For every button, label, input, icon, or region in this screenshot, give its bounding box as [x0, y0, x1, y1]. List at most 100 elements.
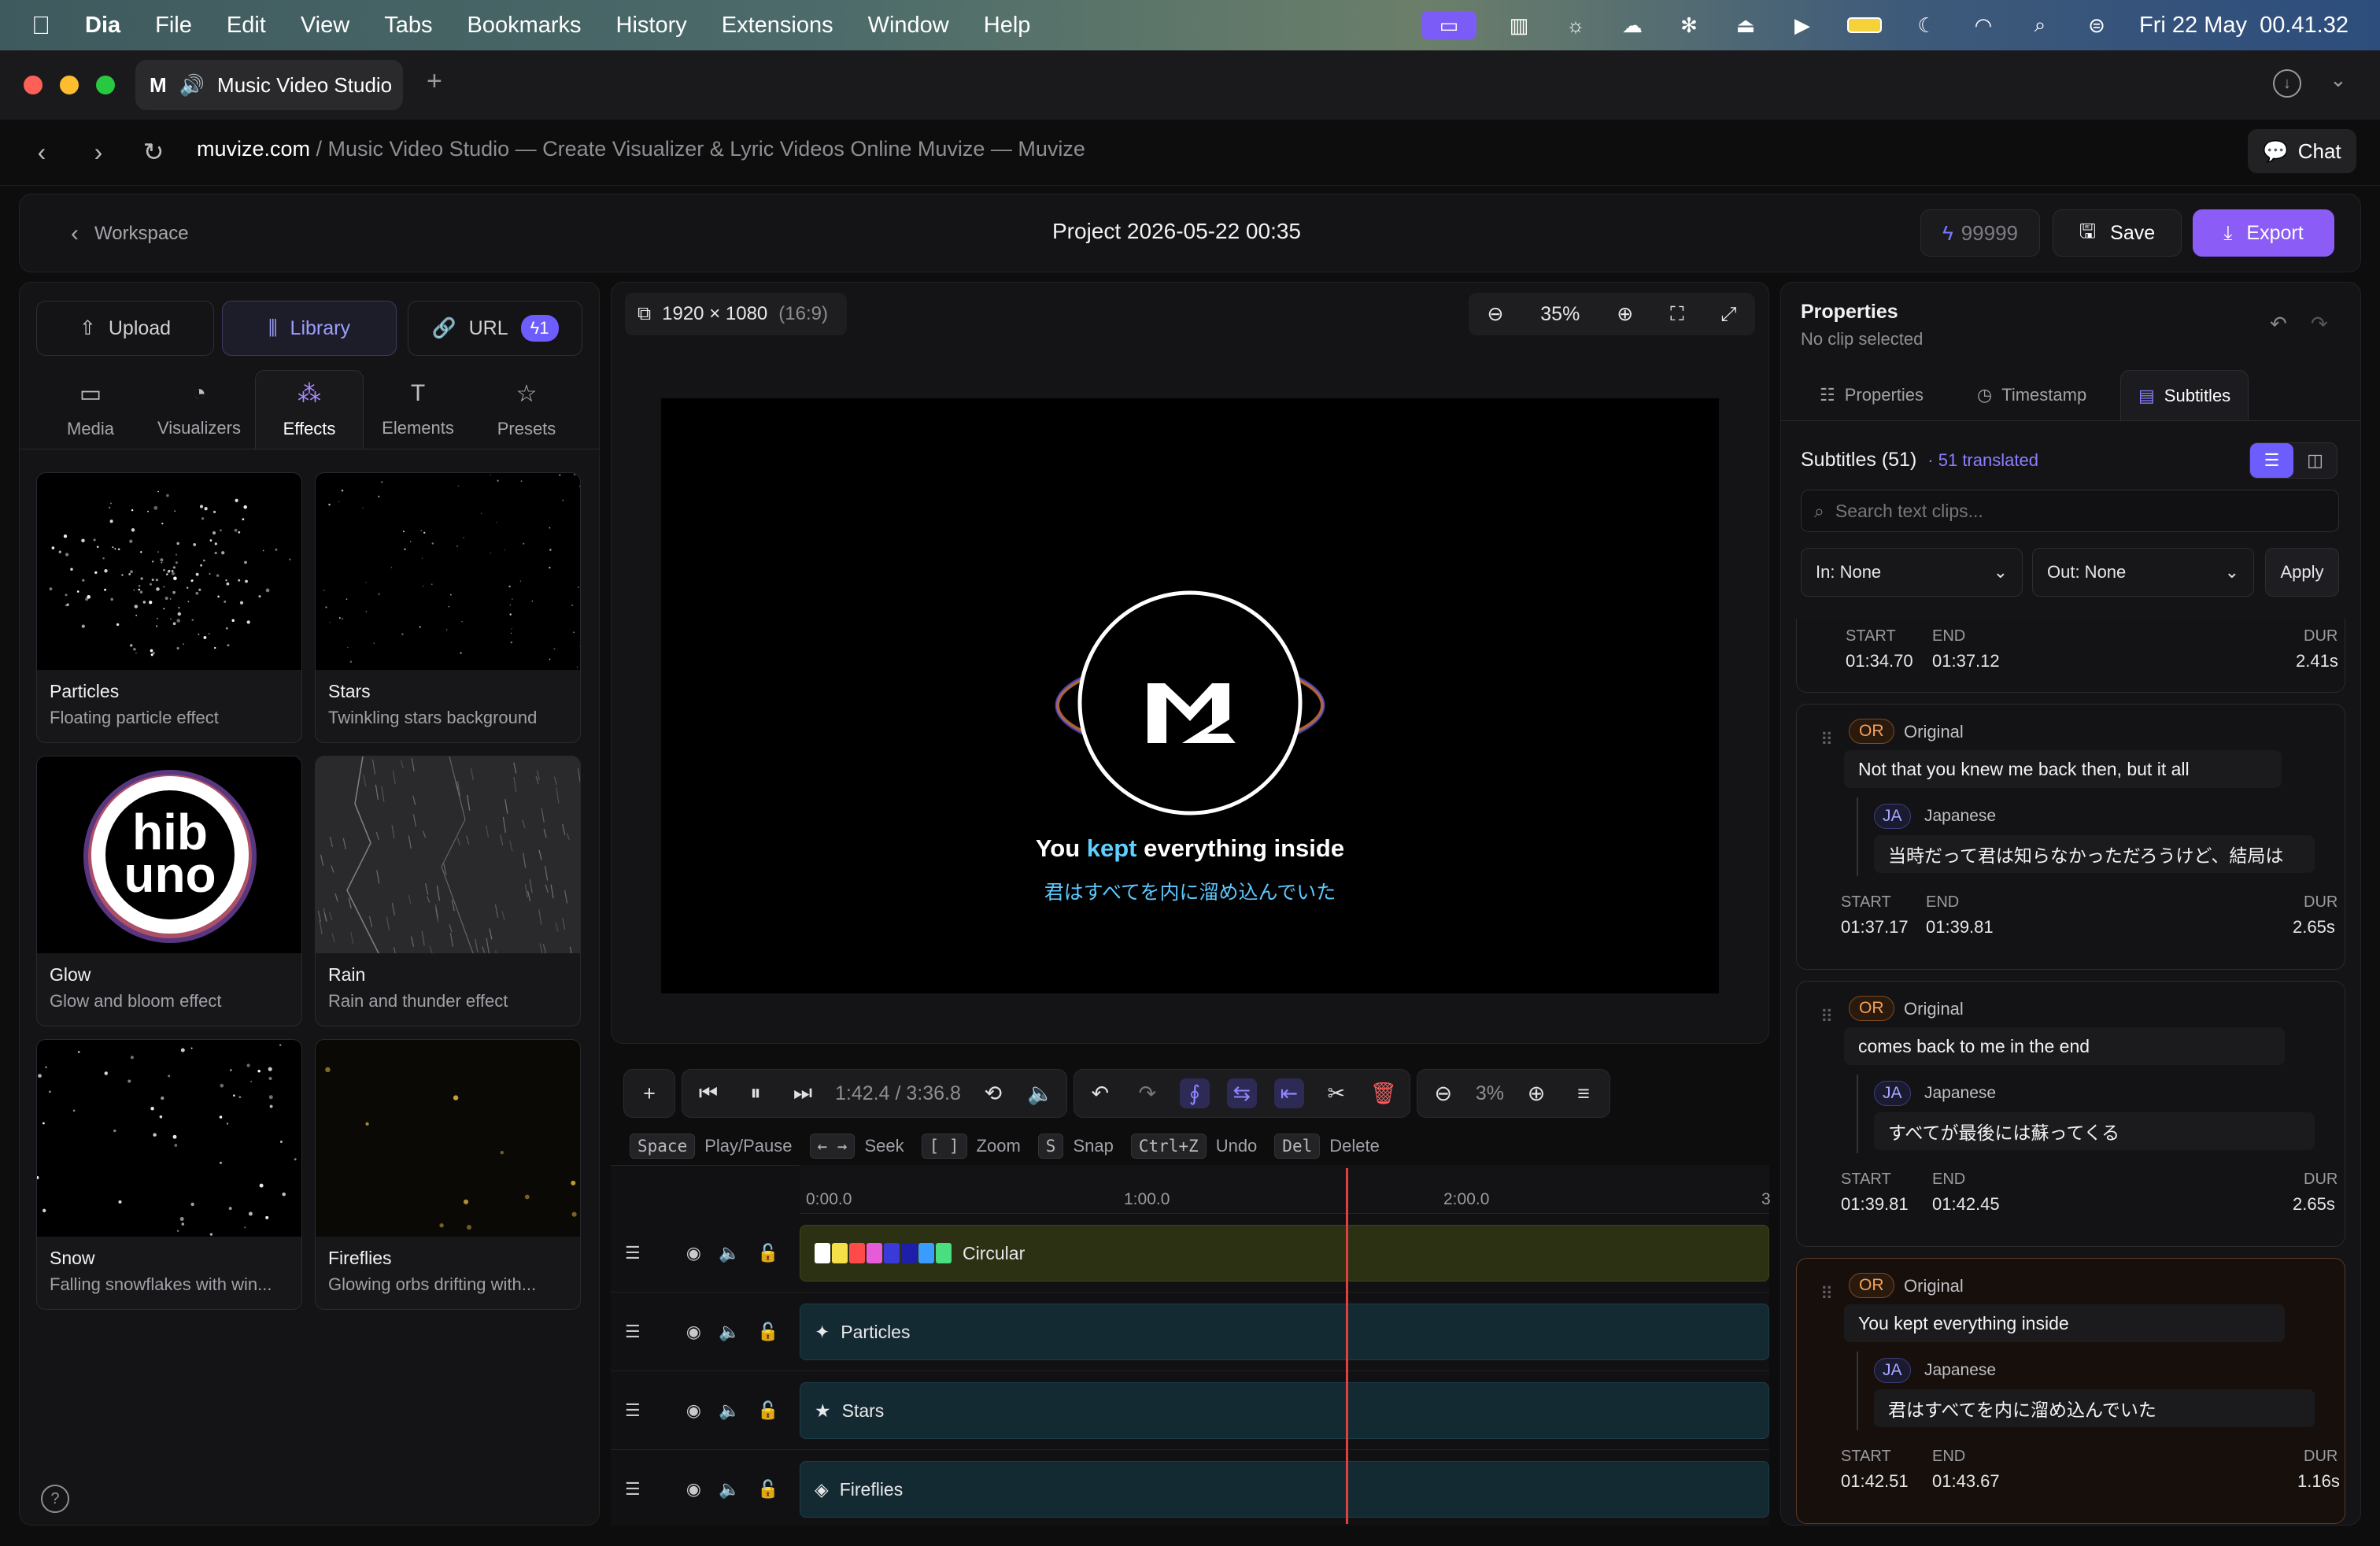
menu-extensions[interactable]: Extensions — [722, 13, 833, 39]
lock-icon[interactable]: 🔓 — [757, 1479, 778, 1500]
zoom-in-icon[interactable]: ⊕ — [1617, 302, 1633, 326]
drag-handle-icon[interactable]: ☰ — [625, 1400, 641, 1421]
effect-card-particles[interactable]: Particles Floating particle effect — [36, 472, 302, 743]
pause-icon[interactable]: ⏸ — [741, 1078, 771, 1108]
menu-file[interactable]: File — [155, 13, 192, 39]
effect-card-snow[interactable]: Snow Falling snowflakes with win... — [36, 1039, 302, 1310]
url-source-button[interactable]: 🔗 URL ϟ1 — [408, 301, 582, 356]
lock-icon[interactable]: 🔓 — [757, 1243, 778, 1263]
fan-icon[interactable]: ✻ — [1675, 11, 1703, 39]
resolution-selector[interactable]: ⧉ 1920 × 1080 (16:9) — [625, 293, 847, 335]
track-volume-icon[interactable]: 🔈 — [719, 1400, 740, 1421]
track-volume-icon[interactable]: 🔈 — [719, 1243, 740, 1263]
visibility-eye-icon[interactable]: ◉ — [686, 1322, 701, 1342]
trash-icon[interactable]: 🗑 — [1369, 1078, 1399, 1108]
save-button[interactable]: 🖫 Save — [2053, 209, 2182, 257]
help-icon[interactable]: ? — [41, 1485, 69, 1513]
lock-icon[interactable]: 🔓 — [757, 1322, 778, 1342]
download-icon[interactable]: ↓ — [2273, 69, 2301, 98]
original-text[interactable]: comes back to me in the end — [1844, 1027, 2285, 1065]
drag-handle-icon[interactable]: ⠿ — [1820, 730, 1833, 750]
menu-help[interactable]: Help — [984, 13, 1031, 39]
forward-icon[interactable]: › — [80, 134, 116, 170]
chevron-down-icon[interactable]: ⌄ — [2330, 68, 2347, 92]
menu-edit[interactable]: Edit — [227, 13, 266, 39]
wifi-icon[interactable]: ◠ — [1969, 11, 1998, 39]
battery-icon[interactable] — [1845, 11, 1884, 39]
visibility-eye-icon[interactable]: ◉ — [686, 1243, 701, 1263]
undo-icon[interactable]: ↶ — [1085, 1078, 1115, 1108]
tab-timestamp[interactable]: ◷ Timestamp — [1960, 370, 2104, 420]
subtitle-card[interactable]: ⠿ OR Original Not that you knew me back … — [1796, 704, 2345, 970]
tab-effects[interactable]: ⁂ Effects — [255, 370, 364, 449]
track-volume-icon[interactable]: 🔈 — [719, 1479, 740, 1500]
split-view-icon[interactable]: ◫ — [2293, 443, 2337, 478]
chat-button[interactable]: 💬 Chat — [2248, 129, 2356, 173]
loop-icon[interactable]: ⟲ — [978, 1078, 1008, 1108]
project-title[interactable]: Project 2026-05-22 00:35 — [944, 219, 1409, 244]
reload-icon[interactable]: ↻ — [135, 134, 172, 170]
library-button[interactable]: ⫼ Library — [222, 301, 397, 356]
zoom-out-icon[interactable]: ⊖ — [1487, 302, 1503, 326]
clip-particles[interactable]: ✦ Particles — [800, 1304, 1769, 1360]
in-animation-select[interactable]: In: None ⌄ — [1801, 548, 2023, 597]
volume-icon[interactable]: 🔈 — [1026, 1078, 1055, 1108]
visibility-eye-icon[interactable]: ◉ — [686, 1400, 701, 1421]
cloud-icon[interactable]: ☁ — [1618, 11, 1646, 39]
menu-clock[interactable]: Fri 22 May 00.41.32 — [2139, 13, 2349, 39]
tab-media[interactable]: ▭ Media — [36, 370, 145, 449]
drag-handle-icon[interactable]: ⠿ — [1820, 1284, 1833, 1304]
upload-button[interactable]: ⇧ Upload — [36, 301, 214, 356]
menu-window[interactable]: Window — [868, 13, 949, 39]
time-ruler[interactable] — [800, 1165, 1769, 1214]
menu-view[interactable]: View — [301, 13, 349, 39]
undo-icon[interactable]: ↶ — [2270, 312, 2287, 336]
chart-icon[interactable]: ▥ — [1505, 11, 1533, 39]
clip-fireflies[interactable]: ◈ Fireflies — [800, 1461, 1769, 1518]
tab-elements[interactable]: T Elements — [364, 370, 472, 449]
tab-properties[interactable]: ☷ Properties — [1802, 370, 1941, 420]
subtitle-card[interactable]: START END DUR 01:34.70 01:37.12 2.41s — [1796, 619, 2345, 693]
lock-icon[interactable]: 🔓 — [757, 1400, 778, 1421]
search-text-clips-input[interactable]: ⌕ Search text clips... — [1801, 490, 2339, 532]
clip-stars[interactable]: ★ Stars — [800, 1382, 1769, 1439]
play-circle-icon[interactable]: ▶ — [1788, 11, 1816, 39]
fullscreen-icon[interactable]: ⤢ — [1720, 303, 1736, 326]
drag-handle-icon[interactable]: ☰ — [625, 1243, 641, 1263]
timeline-menu-icon[interactable]: ≡ — [1569, 1078, 1598, 1108]
original-text[interactable]: Not that you knew me back then, but it a… — [1844, 750, 2282, 788]
fit-icon[interactable]: ⛶ — [1670, 303, 1684, 326]
tab-presets[interactable]: ☆ Presets — [472, 370, 581, 449]
brightness-icon[interactable]: ☼ — [1561, 11, 1590, 39]
effect-card-stars[interactable]: Stars Twinkling stars background — [315, 472, 581, 743]
menu-tabs[interactable]: Tabs — [384, 13, 432, 39]
ripple-icon[interactable]: ⇆ — [1226, 1078, 1257, 1108]
browser-tab[interactable]: M 🔊 Music Video Studio — [135, 60, 403, 110]
apply-button[interactable]: Apply — [2265, 548, 2339, 597]
subtitle-card-active[interactable]: ⠿ OR Original You kept everything inside… — [1796, 1258, 2345, 1524]
japanese-text[interactable]: 君はすべてを内に溜め込んでいた — [1874, 1389, 2315, 1427]
timeline-zoom-in-icon[interactable]: ⊕ — [1521, 1078, 1551, 1108]
menu-bookmarks[interactable]: Bookmarks — [467, 13, 581, 39]
export-button[interactable]: ⤓ Export — [2193, 209, 2334, 257]
skip-back-icon[interactable]: ⏮ — [693, 1078, 723, 1108]
apple-icon[interactable]:  — [31, 11, 50, 40]
japanese-text[interactable]: 当時だって君は知らなかっただろうけど、結局は — [1874, 835, 2315, 873]
effect-card-fireflies[interactable]: Fireflies Glowing orbs drifting with... — [315, 1039, 581, 1310]
effect-card-glow[interactable]: hib uno Glow Glow and bloom effect — [36, 756, 302, 1026]
scissors-icon[interactable]: ✂ — [1321, 1078, 1351, 1108]
menu-app-name[interactable]: Dia — [85, 13, 120, 39]
speaker-icon[interactable]: 🔊 — [179, 73, 205, 98]
search-icon[interactable]: ⌕ — [2026, 11, 2054, 39]
workspace-back-link[interactable]: ‹ Workspace — [71, 220, 189, 247]
minimize-window-button[interactable] — [60, 76, 79, 94]
new-tab-icon[interactable]: + — [427, 66, 442, 97]
japanese-text[interactable]: すべてが最後には蘇ってくる — [1874, 1112, 2315, 1150]
tab-visualizers[interactable]: ◔ Visualizers — [145, 370, 253, 449]
track-volume-icon[interactable]: 🔈 — [719, 1322, 740, 1342]
drag-handle-icon[interactable]: ⠿ — [1820, 1007, 1833, 1027]
out-animation-select[interactable]: Out: None ⌄ — [2032, 548, 2254, 597]
list-view-icon[interactable]: ☰ — [2250, 443, 2293, 478]
visibility-eye-icon[interactable]: ◉ — [686, 1479, 701, 1500]
close-window-button[interactable] — [24, 76, 42, 94]
